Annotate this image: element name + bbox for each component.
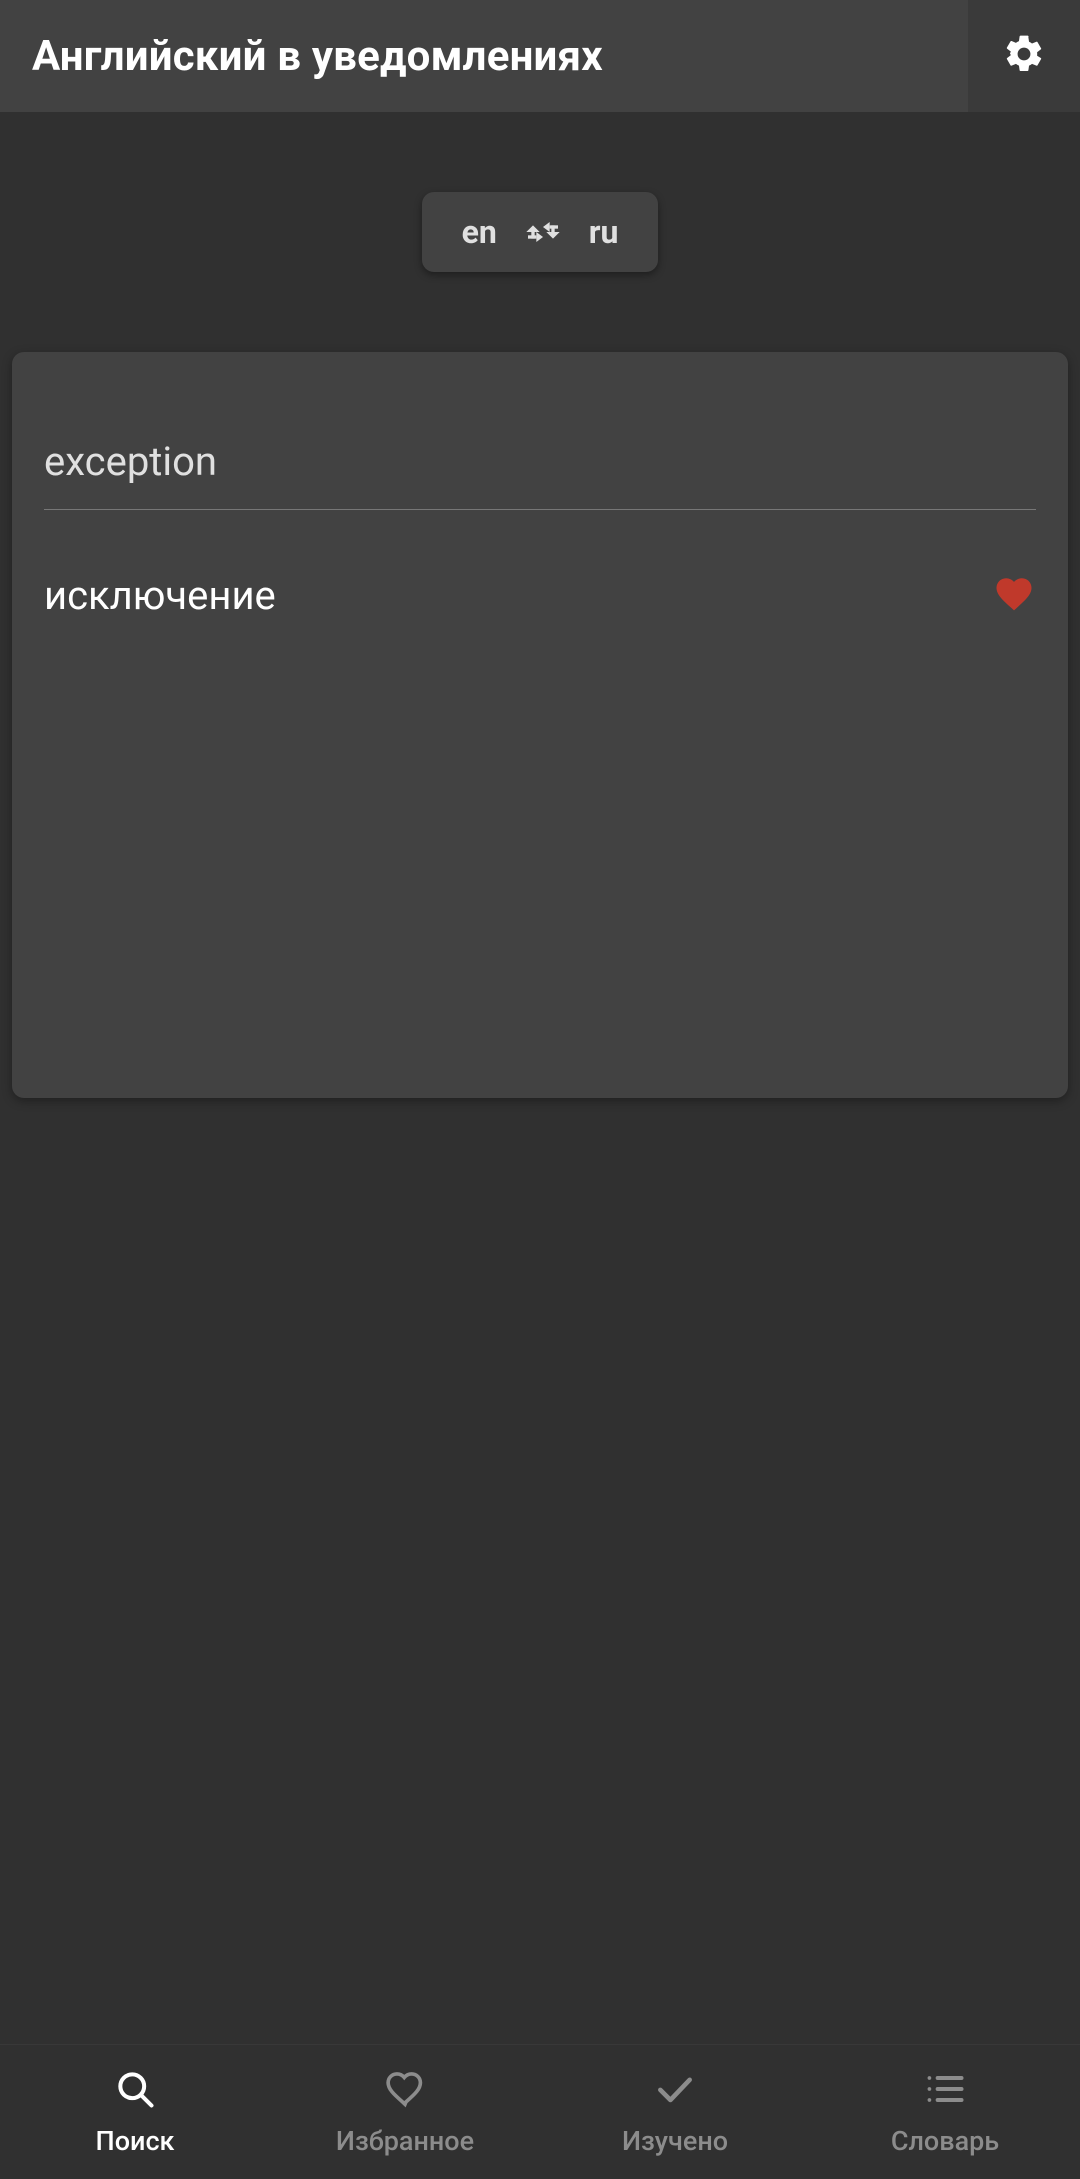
language-switch[interactable]: en ru	[422, 192, 659, 272]
settings-button[interactable]	[968, 0, 1080, 112]
bottom-nav: Поиск Избранное Изучено Словарь	[0, 2044, 1080, 2179]
translation-text: исключение	[44, 572, 276, 619]
heart-icon	[993, 573, 1035, 619]
app-title: Английский в уведомлениях	[32, 32, 603, 81]
check-icon	[653, 2067, 697, 2115]
nav-search-label: Поиск	[96, 2125, 175, 2157]
nav-learned[interactable]: Изучено	[540, 2045, 810, 2179]
lang-to-label: ru	[589, 213, 619, 251]
heart-outline-icon	[383, 2067, 427, 2115]
lang-switch-wrapper: en ru	[0, 112, 1080, 352]
nav-search[interactable]: Поиск	[0, 2045, 270, 2179]
nav-learned-label: Изучено	[622, 2125, 728, 2157]
nav-favorites-label: Избранное	[336, 2125, 474, 2157]
screen: Английский в уведомлениях en ru исключен…	[0, 0, 1080, 2179]
gear-icon	[1002, 32, 1046, 80]
content: en ru исключение	[0, 112, 1080, 2044]
list-icon	[923, 2067, 967, 2115]
appbar: Английский в уведомлениях	[0, 0, 1080, 112]
swap-icon	[523, 212, 563, 252]
nav-dictionary-label: Словарь	[891, 2125, 999, 2157]
search-card: исключение	[12, 352, 1068, 1098]
search-input[interactable]	[44, 384, 1036, 510]
nav-favorites[interactable]: Избранное	[270, 2045, 540, 2179]
search-icon	[113, 2067, 157, 2115]
lang-from-label: en	[462, 213, 497, 251]
favorite-button[interactable]	[992, 574, 1036, 618]
result-row: исключение	[12, 510, 1068, 619]
nav-dictionary[interactable]: Словарь	[810, 2045, 1080, 2179]
